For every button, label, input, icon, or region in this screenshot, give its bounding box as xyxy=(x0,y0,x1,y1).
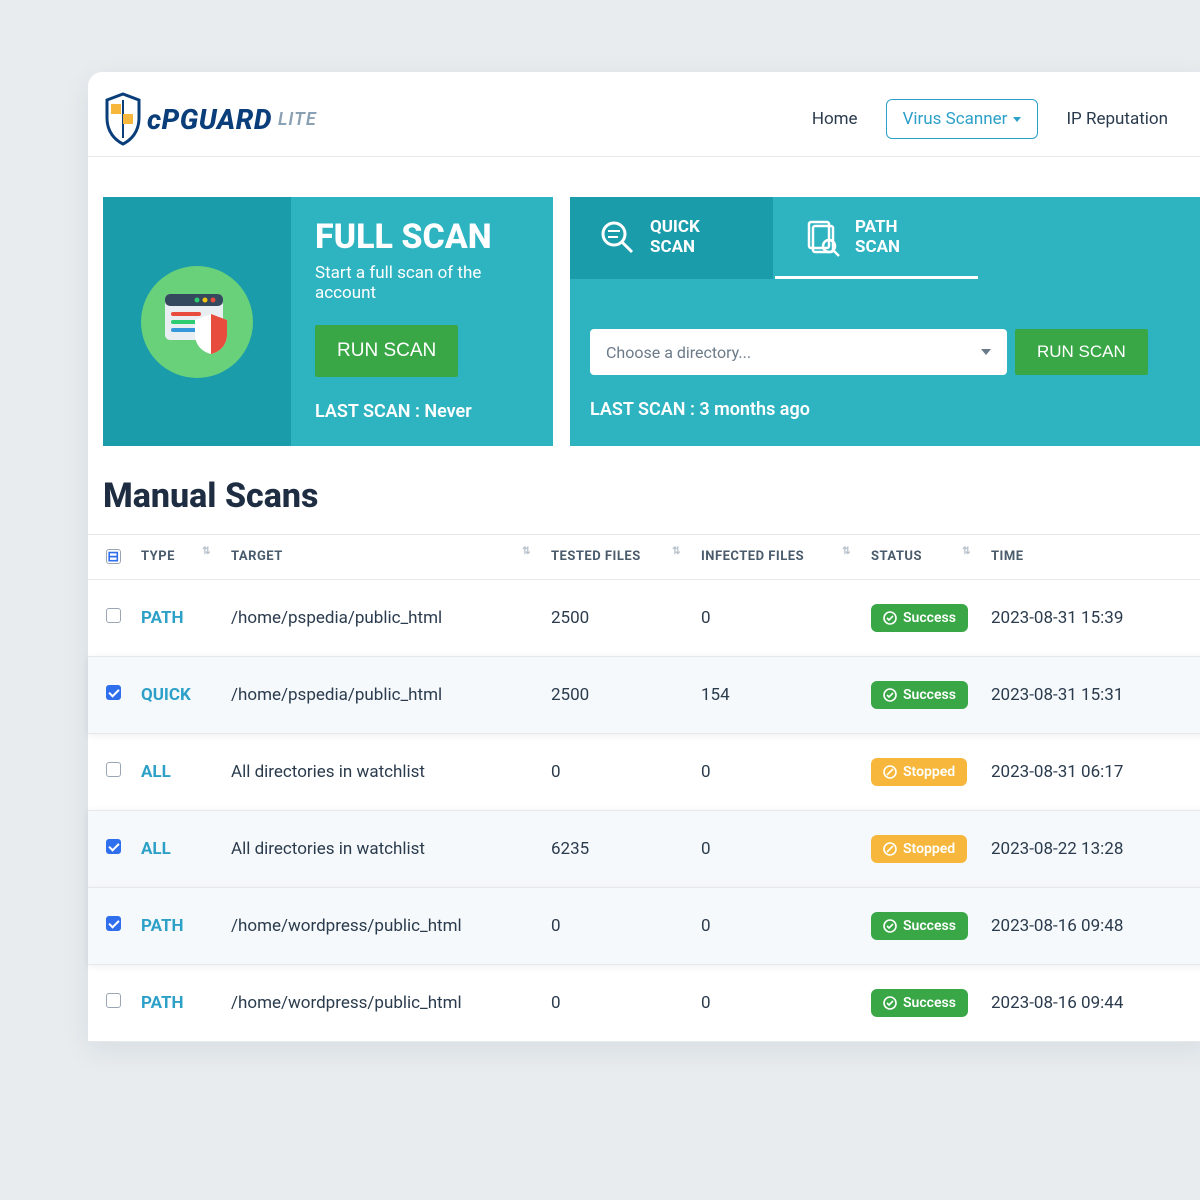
path-scan-last: LAST SCAN : 3 months ago xyxy=(590,399,1200,420)
cell-time: 2023-08-16 09:44 xyxy=(981,964,1200,1041)
path-scan-panel: QUICK SCAN PATH SCAN Choose a directory.… xyxy=(570,197,1200,446)
scans-table: ⊟ TYPE⇅ TARGET⇅ TESTED FILES⇅ INFECTED F… xyxy=(88,534,1200,1042)
status-badge: Success xyxy=(871,912,968,940)
directory-select[interactable]: Choose a directory... xyxy=(590,329,1007,375)
cell-infected: 154 xyxy=(691,656,861,733)
logo-subtext: LITE xyxy=(278,109,317,130)
table-row: ALL All directories in watchlist62350 Stop… xyxy=(88,810,1200,887)
tab-quick-scan[interactable]: QUICK SCAN xyxy=(570,197,773,279)
full-scan-body: FULL SCAN Start a full scan of the accou… xyxy=(291,197,553,446)
run-path-scan-button[interactable]: RUN SCAN xyxy=(1015,329,1148,375)
nav-virus-scanner-label: Virus Scanner xyxy=(903,109,1008,129)
tab-path-scan[interactable]: PATH SCAN xyxy=(775,197,978,279)
status-badge: Success xyxy=(871,989,968,1017)
status-badge: Stopped xyxy=(871,758,967,786)
scan-type-link[interactable]: ALL xyxy=(141,762,171,782)
scan-tabs: QUICK SCAN PATH SCAN xyxy=(570,197,1200,279)
cell-tested: 2500 xyxy=(541,579,691,656)
status-badge: Success xyxy=(871,681,968,709)
logo: cPGUARD LITE xyxy=(103,92,317,146)
row-checkbox[interactable] xyxy=(106,608,121,623)
path-scan-icon xyxy=(803,218,843,258)
cell-infected: 0 xyxy=(691,810,861,887)
nav-ip-reputation[interactable]: IP Reputation xyxy=(1066,109,1168,129)
row-checkbox[interactable] xyxy=(106,993,121,1008)
tab-quick-label: QUICK SCAN xyxy=(650,218,700,257)
check-circle-icon xyxy=(883,688,897,702)
cell-target: /home/wordpress/public_html xyxy=(221,964,541,1041)
full-scan-illustration xyxy=(103,197,291,446)
scan-type-link[interactable]: PATH xyxy=(141,608,184,628)
scan-type-link[interactable]: PATH xyxy=(141,916,184,936)
row-checkbox[interactable] xyxy=(106,762,121,777)
stop-circle-icon xyxy=(883,842,897,856)
table-row: QUICK/home/pspedia/public_html2500154 Suc… xyxy=(88,656,1200,733)
col-infected[interactable]: INFECTED FILES⇅ xyxy=(691,535,861,580)
path-scan-body: Choose a directory... RUN SCAN LAST SCAN… xyxy=(570,279,1200,444)
check-circle-icon xyxy=(883,611,897,625)
row-checkbox[interactable] xyxy=(106,916,121,931)
cell-target: /home/pspedia/public_html xyxy=(221,656,541,733)
directory-placeholder: Choose a directory... xyxy=(606,343,751,362)
cell-tested: 0 xyxy=(541,964,691,1041)
check-circle-icon xyxy=(883,996,897,1010)
cell-target: All directories in watchlist xyxy=(221,810,541,887)
cell-infected: 0 xyxy=(691,887,861,964)
col-tested[interactable]: TESTED FILES⇅ xyxy=(541,535,691,580)
cell-time: 2023-08-31 06:17 xyxy=(981,733,1200,810)
cell-infected: 0 xyxy=(691,733,861,810)
section-title: Manual Scans xyxy=(88,446,1200,534)
row-checkbox[interactable] xyxy=(106,685,121,700)
nav-virus-scanner[interactable]: Virus Scanner xyxy=(886,99,1039,139)
col-target[interactable]: TARGET⇅ xyxy=(221,535,541,580)
col-type[interactable]: TYPE⇅ xyxy=(131,535,221,580)
shield-icon xyxy=(103,92,143,146)
cell-tested: 6235 xyxy=(541,810,691,887)
cell-time: 2023-08-16 09:48 xyxy=(981,887,1200,964)
table-row: ALLAll directories in watchlist00Stopped… xyxy=(88,733,1200,810)
run-full-scan-button[interactable]: RUN SCAN xyxy=(315,325,458,377)
row-checkbox[interactable] xyxy=(106,839,121,854)
logo-text: cPGUARD xyxy=(147,103,272,136)
full-scan-panel: FULL SCAN Start a full scan of the accou… xyxy=(103,197,553,446)
scan-type-link[interactable]: PATH xyxy=(141,993,184,1013)
chevron-down-icon xyxy=(981,349,991,355)
table-row: PATH/home/wordpress/public_html00Success… xyxy=(88,887,1200,964)
cell-infected: 0 xyxy=(691,964,861,1041)
app-card: cPGUARD LITE Home Virus Scanner IP Reput… xyxy=(88,72,1200,1042)
path-controls: Choose a directory... RUN SCAN xyxy=(590,329,1200,375)
cell-time: 2023-08-22 13:28 xyxy=(981,810,1200,887)
status-badge: Stopped xyxy=(871,835,967,863)
status-badge: Success xyxy=(871,604,968,632)
cell-infected: 0 xyxy=(691,579,861,656)
table-row: PATH/home/pspedia/public_html25000 Succes… xyxy=(88,579,1200,656)
chevron-down-icon xyxy=(1013,117,1021,122)
quick-scan-icon xyxy=(598,218,638,258)
header: cPGUARD LITE Home Virus Scanner IP Reput… xyxy=(88,72,1200,157)
col-status[interactable]: STATUS⇅ xyxy=(861,535,981,580)
scan-type-link[interactable]: ALL xyxy=(141,839,171,859)
cell-time: 2023-08-31 15:31 xyxy=(981,656,1200,733)
full-scan-title: FULL SCAN xyxy=(315,217,533,257)
check-circle-icon xyxy=(883,919,897,933)
top-nav: Home Virus Scanner IP Reputation xyxy=(812,99,1168,139)
scan-type-link[interactable]: QUICK xyxy=(141,685,191,705)
select-all-checkbox[interactable]: ⊟ xyxy=(106,549,121,564)
tab-path-label: PATH SCAN xyxy=(855,218,900,257)
nav-home[interactable]: Home xyxy=(812,109,858,129)
full-scan-subtitle: Start a full scan of the account xyxy=(315,263,533,303)
full-scan-last: LAST SCAN : Never xyxy=(315,401,533,422)
cell-tested: 0 xyxy=(541,733,691,810)
cell-target: All directories in watchlist xyxy=(221,733,541,810)
cell-target: /home/wordpress/public_html xyxy=(221,887,541,964)
stop-circle-icon xyxy=(883,765,897,779)
cell-tested: 2500 xyxy=(541,656,691,733)
cell-target: /home/pspedia/public_html xyxy=(221,579,541,656)
col-time[interactable]: TIME xyxy=(981,535,1200,580)
cell-time: 2023-08-31 15:39 xyxy=(981,579,1200,656)
cell-tested: 0 xyxy=(541,887,691,964)
scan-panels: FULL SCAN Start a full scan of the accou… xyxy=(88,157,1200,446)
table-row: PATH/home/wordpress/public_html00Success… xyxy=(88,964,1200,1041)
